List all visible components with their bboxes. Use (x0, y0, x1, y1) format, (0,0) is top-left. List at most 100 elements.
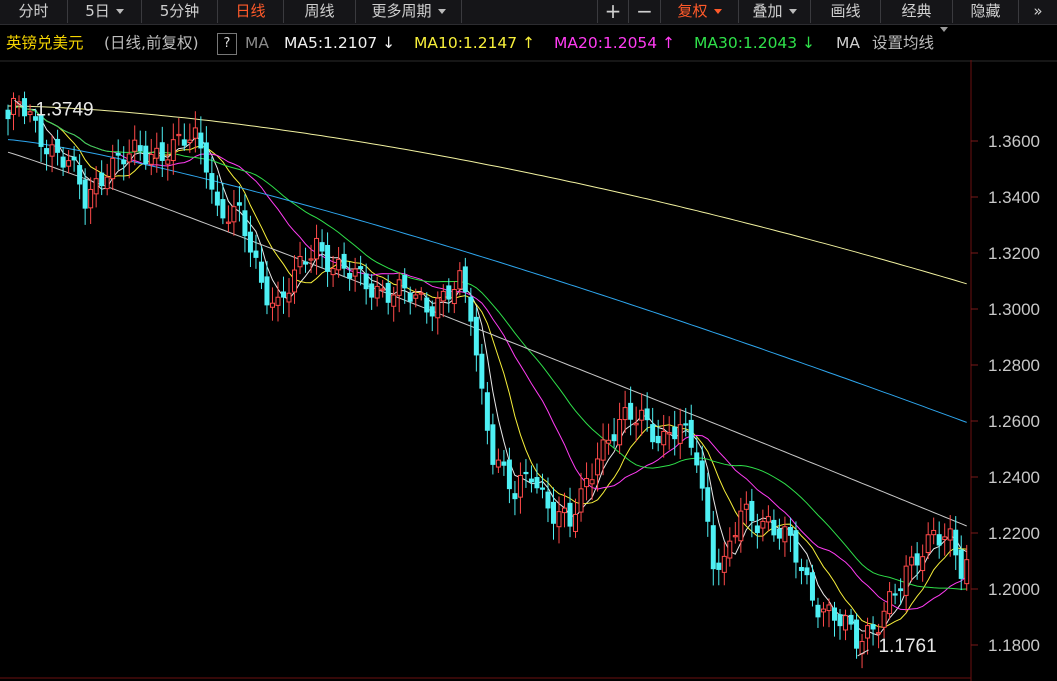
ma-settings-button[interactable]: 设置均线 (872, 27, 949, 59)
classic-button[interactable]: 经典 (881, 0, 953, 23)
candle (27, 104, 33, 123)
draw-label: 画线 (830, 2, 861, 20)
candle-body (319, 242, 325, 252)
weekly-tab[interactable]: 周线 (284, 0, 356, 23)
candle (776, 518, 782, 550)
intraday-tab[interactable]: 分时 (0, 0, 68, 23)
ma10-text: MA10:1.2147 (414, 34, 518, 52)
expand-button[interactable]: » (1019, 0, 1057, 23)
more-periods-dropdown[interactable]: 更多周期 (356, 0, 462, 23)
candle-body (881, 610, 887, 628)
candle (771, 509, 777, 542)
candle (484, 382, 490, 445)
candle-body (843, 615, 849, 631)
candle-body (617, 419, 623, 446)
candle-body (258, 261, 264, 283)
arrow-up-icon: ↑ (662, 34, 676, 52)
plus-icon: + (604, 0, 622, 23)
candle-body (820, 608, 826, 613)
candle (66, 150, 72, 174)
candle (666, 416, 672, 450)
candle-body (826, 604, 832, 612)
candle-body (374, 285, 380, 299)
candle-body (771, 519, 777, 536)
candle-body (573, 513, 579, 532)
candle-body (760, 520, 766, 529)
candle (88, 177, 94, 224)
candle (236, 186, 242, 222)
candle-body (314, 237, 320, 260)
candle (269, 287, 275, 321)
candle (578, 472, 584, 522)
ma5-text: MA5:1.2107 (284, 34, 378, 52)
candle-body (330, 268, 336, 276)
five-day-dropdown[interactable]: 5日 (68, 0, 142, 23)
candle-body (595, 458, 601, 476)
candle-body (363, 273, 369, 290)
candle (297, 241, 303, 275)
overlay-dropdown[interactable]: 叠加 (739, 0, 811, 23)
candle (176, 118, 182, 146)
candle (446, 278, 452, 313)
candle-body (457, 270, 463, 290)
candle-body (484, 392, 490, 431)
candle-body (88, 188, 94, 209)
hide-button[interactable]: 隐藏 (953, 0, 1019, 23)
candle-body (297, 255, 303, 268)
draw-line-button[interactable]: 画线 (811, 0, 881, 23)
candle-body (633, 422, 639, 426)
daily-tab[interactable]: 日线 (218, 0, 284, 23)
candle-body (159, 142, 165, 161)
ma20-text: MA20:1.2054 (554, 34, 658, 52)
candle-body (550, 501, 556, 524)
five-minute-label: 5分钟 (159, 2, 200, 20)
candle (435, 291, 441, 335)
price-annotations: 1.3749 1.1761 (14, 99, 937, 657)
candle-body (132, 139, 138, 152)
candle-body (964, 559, 970, 585)
candle-body (506, 459, 512, 490)
zoom-out-button[interactable]: − (629, 0, 661, 23)
candle-body (743, 503, 749, 510)
candle (99, 160, 105, 196)
weekly-label: 周线 (304, 2, 335, 20)
candlestick-chart[interactable]: 1.3600 1.3400 1.3200 1.3000 1.2800 1.2600 1.24… (0, 60, 1057, 681)
candle-body (578, 488, 584, 513)
zoom-in-button[interactable]: + (597, 0, 629, 23)
candle-body (479, 353, 485, 389)
candle-body (192, 127, 198, 139)
candle-body (198, 132, 204, 149)
high-price-label: 1.3749 (36, 99, 94, 120)
y-tick-label: 1.2000 (988, 580, 1040, 599)
candle (137, 130, 143, 161)
candle (914, 542, 920, 580)
candle (622, 390, 628, 433)
candle-body (931, 529, 937, 536)
candle-body (220, 199, 226, 219)
candle (512, 480, 518, 516)
candle (380, 279, 386, 298)
candle-body (93, 178, 99, 195)
five-minute-tab[interactable]: 5分钟 (142, 0, 218, 23)
candle-body (225, 221, 231, 224)
candle (710, 510, 716, 586)
candle (556, 496, 562, 544)
candle-body (501, 461, 507, 466)
candle-body (209, 173, 215, 190)
help-button[interactable]: ? (217, 33, 237, 55)
candle-body (699, 460, 705, 489)
candle (942, 523, 948, 556)
candle-body (556, 511, 562, 528)
candle-body (914, 553, 920, 566)
ma10-value: MA10:1.2147 ↑ (414, 27, 535, 59)
adjust-dropdown[interactable]: 复权 (661, 0, 739, 23)
candle-body (231, 206, 237, 223)
candle-body (148, 153, 154, 165)
candle-body (925, 534, 931, 554)
candle (705, 472, 711, 537)
y-tick-label: 1.2600 (988, 412, 1040, 431)
candle-body (380, 288, 386, 291)
candle-body (176, 133, 182, 137)
candle (848, 608, 854, 630)
candle (143, 130, 149, 170)
